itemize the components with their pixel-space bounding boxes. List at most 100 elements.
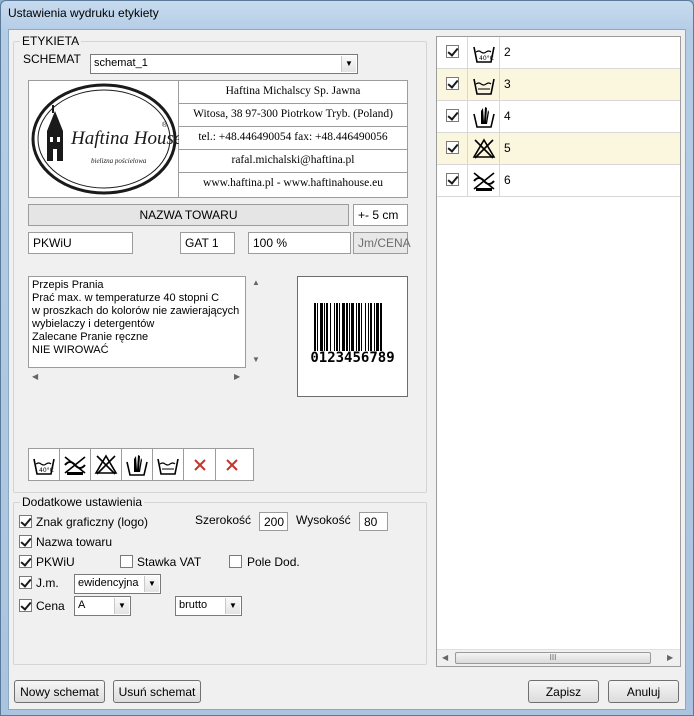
nazwa-checkbox[interactable] bbox=[19, 535, 32, 548]
delete-schema-button[interactable]: Usuń schemat bbox=[113, 680, 201, 703]
nazwa-towaru-field[interactable]: NAZWA TOWARU bbox=[28, 204, 349, 226]
wysokosc-label: Wysokość bbox=[296, 513, 351, 527]
logo-checkbox[interactable] bbox=[19, 515, 32, 528]
cena-checkbox[interactable] bbox=[19, 599, 32, 612]
textarea-scroll-down-icon[interactable]: ▼ bbox=[252, 355, 260, 364]
company-email: rafal.michalski@haftina.pl bbox=[179, 150, 407, 173]
chevron-down-icon[interactable]: ▼ bbox=[114, 598, 129, 614]
list-item[interactable]: 6 bbox=[437, 165, 680, 197]
jm-checkbox[interactable] bbox=[19, 576, 32, 589]
save-button[interactable]: Zapisz bbox=[528, 680, 599, 703]
wash-40-icon: 40°C bbox=[468, 37, 500, 68]
barcode-preview: 0123456789 bbox=[297, 276, 408, 397]
company-name: Haftina Michalscy Sp. Jawna bbox=[179, 81, 407, 104]
washing-instructions-textarea[interactable]: Przepis Prania Prać max. w temperaturze … bbox=[28, 276, 246, 368]
textarea-scroll-right-icon[interactable]: ▶ bbox=[234, 372, 240, 381]
barcode-icon bbox=[314, 303, 382, 351]
symbol-number: 6 bbox=[504, 173, 511, 187]
tolerance-field[interactable]: +- 5 cm bbox=[353, 204, 408, 226]
symbol-checkbox[interactable] bbox=[446, 77, 459, 90]
company-logo: Haftina House bielizna pościelowa ® bbox=[29, 81, 182, 197]
barcode-digits: 0123456789 bbox=[310, 350, 395, 366]
cancel-button[interactable]: Anuluj bbox=[608, 680, 679, 703]
remove-icon[interactable] bbox=[184, 449, 216, 480]
no-bleach-icon bbox=[468, 133, 500, 164]
list-item[interactable]: 4 bbox=[437, 101, 680, 133]
wysokosc-input[interactable]: 80 bbox=[359, 512, 388, 531]
new-schema-button[interactable]: Nowy schemat bbox=[14, 680, 105, 703]
list-horizontal-scrollbar[interactable]: ◀ III ▶ bbox=[437, 649, 680, 666]
hand-wash-icon[interactable] bbox=[122, 449, 153, 480]
jm-select-value: ewidencyjna bbox=[78, 577, 139, 589]
cena-select-value: A bbox=[78, 599, 86, 611]
jm-select[interactable]: ewidencyjna ▼ bbox=[74, 574, 161, 594]
washing-line: wybielaczy i detergentów bbox=[32, 318, 155, 330]
care-icon-strip: 40°C bbox=[28, 448, 254, 481]
symbol-number: 4 bbox=[504, 109, 511, 123]
vat-checkbox[interactable] bbox=[120, 555, 133, 568]
etykieta-legend: ETYKIETA bbox=[20, 34, 82, 48]
percent-field[interactable]: 100 % bbox=[248, 232, 351, 254]
scrollbar-thumb[interactable]: III bbox=[455, 652, 651, 664]
washing-line: w proszkach do kolorów nie zawierających bbox=[32, 305, 240, 317]
pole-dod-checkbox[interactable] bbox=[229, 555, 242, 568]
no-bleach-icon[interactable] bbox=[91, 449, 122, 480]
cena-checkbox-label: Cena bbox=[36, 599, 65, 613]
list-item[interactable]: 3 bbox=[437, 69, 680, 101]
vat-checkbox-label: Stawka VAT bbox=[137, 555, 202, 569]
jm-checkbox-label: J.m. bbox=[36, 576, 59, 590]
pkwiu-checkbox-label: PKWiU bbox=[36, 555, 75, 569]
svg-text:40°C: 40°C bbox=[39, 467, 54, 474]
symbol-checkbox[interactable] bbox=[446, 141, 459, 154]
chevron-down-icon[interactable]: ▼ bbox=[144, 576, 159, 592]
gat-field[interactable]: GAT 1 bbox=[180, 232, 235, 254]
company-www: www.haftina.pl - www.haftinahouse.eu bbox=[203, 177, 383, 189]
symbol-checkbox[interactable] bbox=[446, 45, 459, 58]
cena-type-value: brutto bbox=[179, 599, 208, 611]
schemat-select[interactable]: schemat_1 ▼ bbox=[90, 54, 358, 74]
chevron-down-icon[interactable]: ▼ bbox=[341, 56, 356, 72]
label-company-block: Haftina House bielizna pościelowa ® Haft… bbox=[28, 80, 408, 198]
company-address: Witosa, 38 97-300 Piotrkow Tryb. (Poland… bbox=[179, 104, 407, 127]
symbol-checkbox[interactable] bbox=[446, 109, 459, 122]
scroll-left-icon[interactable]: ◀ bbox=[442, 653, 448, 662]
cena-select[interactable]: A ▼ bbox=[74, 596, 131, 616]
jm-cena-field[interactable]: Jm/CENA bbox=[353, 232, 411, 254]
no-wring-icon[interactable] bbox=[60, 449, 91, 480]
schemat-select-value: schemat_1 bbox=[94, 57, 148, 69]
dialog-client: ETYKIETA SCHEMAT schemat_1 ▼ Haftina Hou… bbox=[8, 29, 686, 710]
cena-type-select[interactable]: brutto ▼ bbox=[175, 596, 242, 616]
logo-checkbox-label: Znak graficzny (logo) bbox=[36, 515, 149, 529]
szerokosc-label: Szerokość bbox=[195, 513, 252, 527]
textarea-scroll-up-icon[interactable]: ▲ bbox=[252, 278, 260, 287]
schemat-label: SCHEMAT bbox=[23, 52, 81, 66]
remove-icon[interactable] bbox=[216, 449, 248, 480]
svg-text:®: ® bbox=[162, 121, 168, 129]
nazwa-checkbox-label: Nazwa towaru bbox=[36, 535, 113, 549]
svg-text:40°C: 40°C bbox=[479, 55, 494, 62]
list-item[interactable]: 5 bbox=[437, 133, 680, 165]
pole-dod-checkbox-label: Pole Dod. bbox=[247, 555, 300, 569]
etykieta-group: ETYKIETA SCHEMAT schemat_1 ▼ Haftina Hou… bbox=[13, 34, 427, 493]
szerokosc-input[interactable]: 200 bbox=[259, 512, 288, 531]
symbol-checkbox[interactable] bbox=[446, 173, 459, 186]
chevron-down-icon[interactable]: ▼ bbox=[225, 598, 240, 614]
scroll-right-icon[interactable]: ▶ bbox=[667, 653, 673, 662]
list-item[interactable]: 40°C 2 bbox=[437, 37, 680, 69]
company-phone: tel.: +48.446490054 fax: +48.446490056 bbox=[179, 127, 407, 150]
symbol-number: 5 bbox=[504, 141, 511, 155]
wash-tub-icon[interactable] bbox=[153, 449, 184, 480]
care-symbol-list[interactable]: 40°C 2 3 4 5 6 ◀ III ▶ bbox=[436, 36, 681, 667]
washing-line: Przepis Prania bbox=[32, 279, 104, 291]
dodatkowe-group: Dodatkowe ustawienia Znak graficzny (log… bbox=[13, 495, 427, 665]
window-title: Ustawienia wydruku etykiety bbox=[8, 6, 159, 20]
dialog-window: Ustawienia wydruku etykiety ETYKIETA SCH… bbox=[0, 0, 694, 716]
textarea-scroll-left-icon[interactable]: ◀ bbox=[32, 372, 38, 381]
logo-brand-text: Haftina House bbox=[70, 128, 179, 149]
symbol-number: 2 bbox=[504, 45, 511, 59]
pkwiu-checkbox[interactable] bbox=[19, 555, 32, 568]
pkwiu-field[interactable]: PKWiU bbox=[28, 232, 133, 254]
wash-40-icon[interactable]: 40°C bbox=[29, 449, 60, 480]
washing-line: Prać max. w temperaturze 40 stopni C bbox=[32, 292, 220, 304]
washing-line: NIE WIROWAĆ bbox=[32, 344, 109, 356]
